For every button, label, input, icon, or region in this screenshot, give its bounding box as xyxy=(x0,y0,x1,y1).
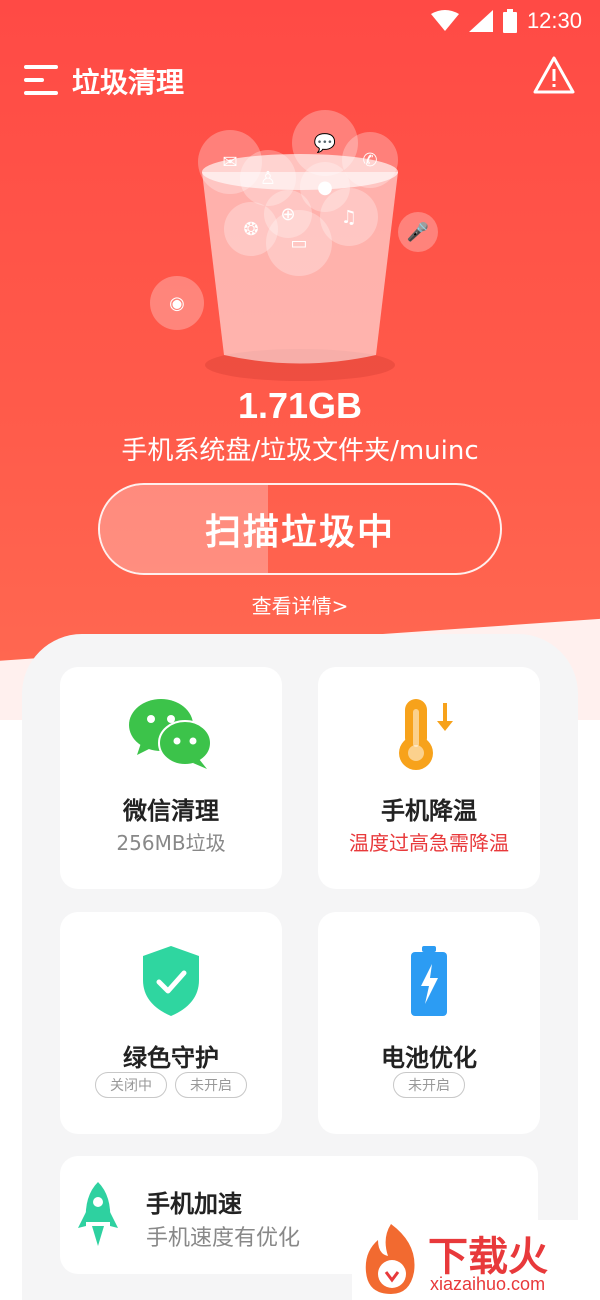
phone-cooling-subtitle: 温度过高急需降温 xyxy=(349,831,509,855)
app-bar: 垃圾清理 xyxy=(0,55,600,105)
trash-bin-illustration: ✉ ♙ 💬 ✆ ● ⊕ ♫ ❂ ▭ 🎤 ◉ xyxy=(140,110,460,390)
menu-icon xyxy=(24,65,58,69)
warning-icon xyxy=(533,56,575,94)
green-guard-title: 绿色守护 xyxy=(123,1044,219,1072)
phone-speedup-subtitle: 手机速度有优化 xyxy=(146,1226,301,1251)
wechat-clean-title: 微信清理 xyxy=(123,797,219,825)
phone-icon: ✆ xyxy=(342,132,398,188)
fire-logo-icon xyxy=(365,1224,415,1294)
status-time: 12:30 xyxy=(526,8,582,33)
status-tag: 未开启 xyxy=(175,1072,247,1098)
rocket-icon xyxy=(78,1182,118,1246)
wechat-clean-subtitle: 256MB垃圾 xyxy=(116,831,226,855)
battery-optimize-tags: 未开启 xyxy=(318,1072,540,1098)
thermometer-icon xyxy=(399,699,453,770)
scan-button-label: 扫描垃圾中 xyxy=(204,512,395,553)
wechat-clean-card[interactable]: 微信清理 256MB垃圾 xyxy=(60,667,282,889)
page-title: 垃圾清理 xyxy=(72,66,185,99)
battery-optimize-card[interactable]: 电池优化 未开启 xyxy=(318,912,540,1134)
weibo-icon: ◉ xyxy=(150,276,204,330)
signal-icon xyxy=(468,10,493,32)
status-bar: 12:30 xyxy=(0,0,600,44)
wechat-icon xyxy=(129,699,212,769)
folder-icon: ▭ xyxy=(266,210,332,276)
microphone-icon: 🎤 xyxy=(398,212,438,252)
warning-button[interactable] xyxy=(532,55,576,99)
status-tag: 关闭中 xyxy=(95,1072,167,1098)
wifi-icon xyxy=(430,10,459,31)
menu-icon-line xyxy=(24,91,58,95)
shield-icon xyxy=(143,946,199,1016)
phone-speedup-title: 手机加速 xyxy=(146,1190,242,1218)
phone-cooling-card[interactable]: 手机降温 温度过高急需降温 xyxy=(318,667,540,889)
scan-button[interactable]: 扫描垃圾中 xyxy=(98,483,502,575)
watermark-url: xiazaihuo.com xyxy=(430,1274,546,1294)
watermark-logo: 下载火 xiazaihuo.com xyxy=(352,1220,600,1300)
menu-icon-line xyxy=(24,78,44,82)
view-details-link[interactable]: 查看详情> xyxy=(0,590,600,619)
phone-cooling-title: 手机降温 xyxy=(381,797,477,825)
battery-status-icon xyxy=(502,9,517,33)
status-icons: 12:30 xyxy=(430,8,582,34)
battery-icon xyxy=(411,946,447,1016)
scan-path: 手机系统盘/垃圾文件夹/muinc xyxy=(121,436,479,466)
green-guard-card[interactable]: 绿色守护 关闭中 未开启 xyxy=(60,912,282,1134)
junk-size: 1.71GB xyxy=(237,385,363,426)
menu-button[interactable] xyxy=(24,61,58,99)
green-guard-tags: 关闭中 未开启 xyxy=(60,1072,282,1098)
battery-optimize-title: 电池优化 xyxy=(381,1044,477,1072)
status-tag: 未开启 xyxy=(393,1072,465,1098)
